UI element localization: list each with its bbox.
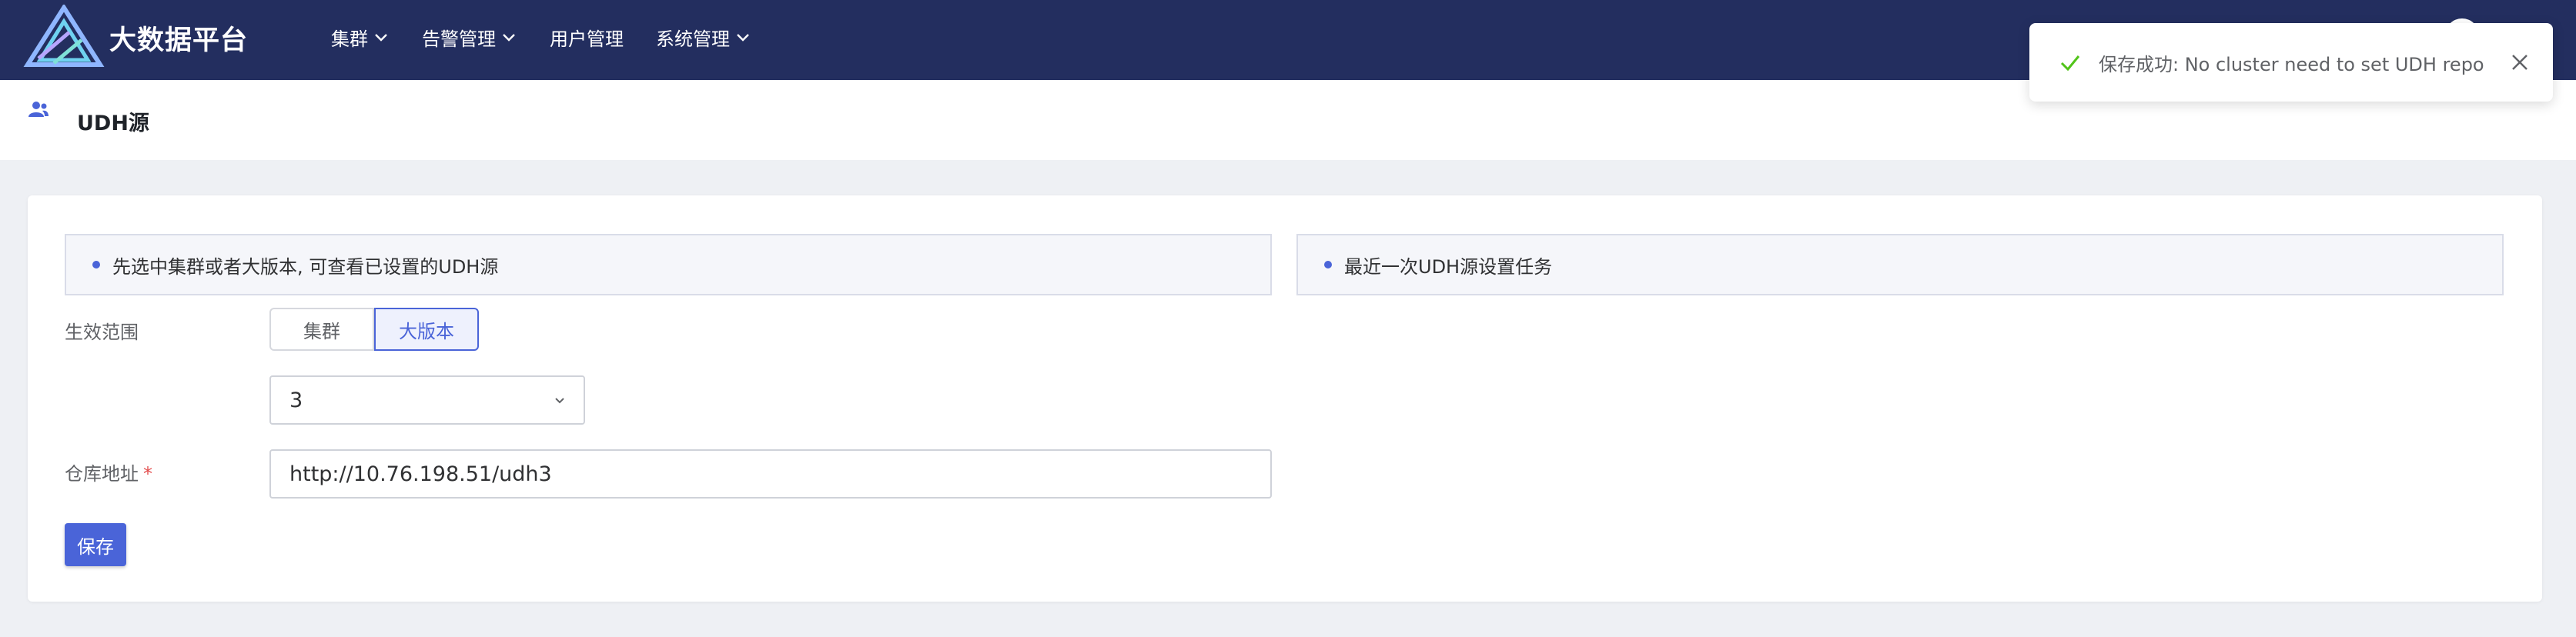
nav-item-label: 系统管理	[656, 28, 730, 50]
nav-item-system[interactable]: 系统管理	[656, 24, 751, 51]
chevron-down-icon	[375, 34, 387, 42]
nav-item-label: 用户管理	[550, 28, 624, 50]
version-select-value: 3	[289, 388, 303, 412]
info-box-right: 最近一次UDH源设置任务	[1296, 234, 2504, 295]
scope-toggle: 集群 大版本	[269, 308, 479, 351]
nav-item-alerts[interactable]: 告警管理	[422, 24, 517, 51]
nav-item-users[interactable]: 用户管理	[550, 24, 624, 51]
chevron-down-icon	[503, 34, 515, 42]
scope-label: 生效范围	[65, 322, 139, 343]
app-title[interactable]: 大数据平台	[109, 18, 248, 58]
toast-message: 保存成功: No cluster need to set UDH repo	[2099, 53, 2484, 75]
info-text-right: 最近一次UDH源设置任务	[1344, 255, 1553, 278]
info-text-left: 先选中集群或者大版本, 可查看已设置的UDH源	[112, 255, 499, 278]
chevron-down-icon	[555, 398, 564, 404]
bullet-dot	[92, 261, 100, 268]
success-toast: 保存成功: No cluster need to set UDH repo	[2029, 23, 2553, 102]
version-select[interactable]: 3	[269, 375, 585, 425]
delta-logo-icon[interactable]	[23, 5, 105, 68]
chevron-down-icon	[737, 34, 749, 42]
nav-item-cluster[interactable]: 集群	[331, 24, 390, 51]
info-box-left: 先选中集群或者大版本, 可查看已设置的UDH源	[65, 234, 1272, 295]
main-nav: 集群 告警管理 用户管理 系统管理	[331, 0, 784, 74]
users-icon	[28, 102, 49, 117]
nav-item-label: 告警管理	[422, 28, 496, 50]
required-mark: *	[143, 463, 152, 485]
repo-label: 仓库地址	[65, 463, 139, 485]
repo-label-row: 仓库地址 *	[65, 459, 152, 485]
page-icon-box	[28, 100, 65, 137]
bullet-dot	[1324, 261, 1332, 268]
page-title: UDH源	[77, 112, 149, 135]
check-icon	[2060, 55, 2080, 72]
nav-item-label: 集群	[331, 28, 368, 50]
scope-option-major-version[interactable]: 大版本	[374, 308, 479, 351]
scope-option-cluster[interactable]: 集群	[269, 308, 374, 351]
save-button[interactable]: 保存	[65, 523, 126, 566]
repo-url-input[interactable]	[269, 449, 1272, 499]
close-icon[interactable]	[2508, 51, 2531, 74]
